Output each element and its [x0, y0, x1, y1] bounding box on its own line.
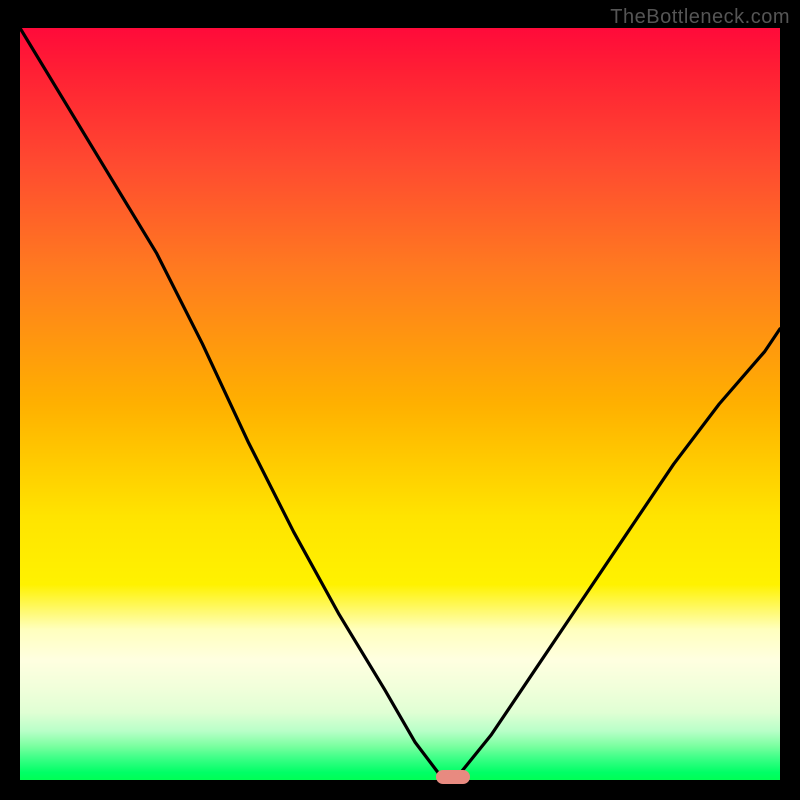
chart-frame: TheBottleneck.com — [0, 0, 800, 800]
watermark-label: TheBottleneck.com — [610, 6, 790, 29]
minimum-marker — [436, 770, 470, 784]
bottleneck-curve — [20, 28, 780, 780]
plot-area — [20, 28, 780, 780]
